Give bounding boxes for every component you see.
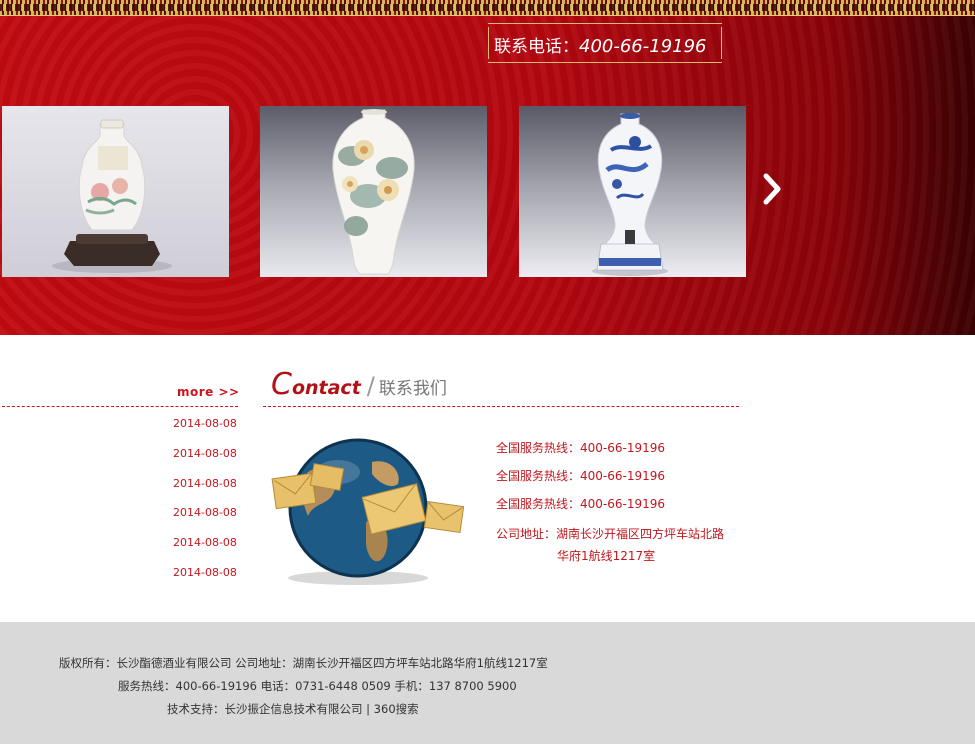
hotline-3: 全国服务热线：400-66-19196 — [496, 497, 666, 511]
phone-number: 400-66-19196 — [579, 36, 707, 57]
title-slash: / — [366, 372, 375, 400]
header-banner: 联系电话：400-66-19196 — [0, 0, 975, 335]
carousel-item-3[interactable] — [519, 106, 746, 277]
contact-title-cn: 联系我们 — [378, 379, 447, 399]
phone-box: 联系电话：400-66-19196 — [488, 23, 722, 63]
news-date[interactable]: 2014-08-08 — [173, 566, 237, 596]
news-date[interactable]: 2014-08-08 — [173, 417, 237, 447]
contact-title-rest: ontact — [291, 377, 361, 399]
white-porcelain-vase-icon — [52, 119, 172, 273]
blue-white-porcelain-jar-icon — [592, 113, 668, 276]
hotline-1: 全国服务热线：400-66-19196 — [496, 441, 666, 455]
news-more-link[interactable]: more >> — [177, 385, 240, 399]
flower-painted-vase-icon — [332, 109, 415, 275]
address-line-1: 公司地址：湖南长沙开福区四方坪车站北路 — [496, 527, 725, 541]
footer-copyright: 版权所有：长沙酯德酒业有限公司 公司地址：湖南长沙开福区四方坪车站北路华府1航线… — [59, 656, 548, 670]
news-date-list: 2014-08-08 2014-08-08 2014-08-08 2014-08… — [173, 417, 237, 596]
decorative-fret-border — [0, 0, 975, 16]
globe-with-envelopes-icon — [271, 438, 465, 585]
globe-envelope-image — [268, 432, 468, 591]
footer-contact: 服务热线：400-66-19196 电话：0731-6448 0509 手机：1… — [118, 679, 517, 693]
carousel-item-2[interactable] — [260, 106, 487, 277]
divider — [2, 406, 238, 407]
news-date[interactable]: 2014-08-08 — [173, 477, 237, 507]
carousel-item-1[interactable] — [2, 106, 229, 277]
carousel-next-button[interactable] — [757, 168, 787, 210]
news-date[interactable]: 2014-08-08 — [173, 536, 237, 566]
chevron-right-icon — [763, 173, 781, 205]
address-line-2: 华府1航线1217室 — [557, 549, 656, 563]
footer-support[interactable]: 技术支持：长沙振企信息技术有限公司 | 360搜索 — [167, 701, 419, 717]
contact-title-initial: C — [271, 367, 292, 402]
news-date[interactable]: 2014-08-08 — [173, 447, 237, 477]
hotline-2: 全国服务热线：400-66-19196 — [496, 469, 666, 483]
divider — [263, 406, 739, 407]
phone-label: 联系电话： — [494, 37, 579, 57]
phone-text: 联系电话：400-66-19196 — [494, 32, 707, 57]
contact-heading: Contact / 联系我们 — [271, 367, 447, 402]
footer: 版权所有：长沙酯德酒业有限公司 公司地址：湖南长沙开福区四方坪车站北路华府1航线… — [0, 622, 975, 744]
news-date[interactable]: 2014-08-08 — [173, 506, 237, 536]
